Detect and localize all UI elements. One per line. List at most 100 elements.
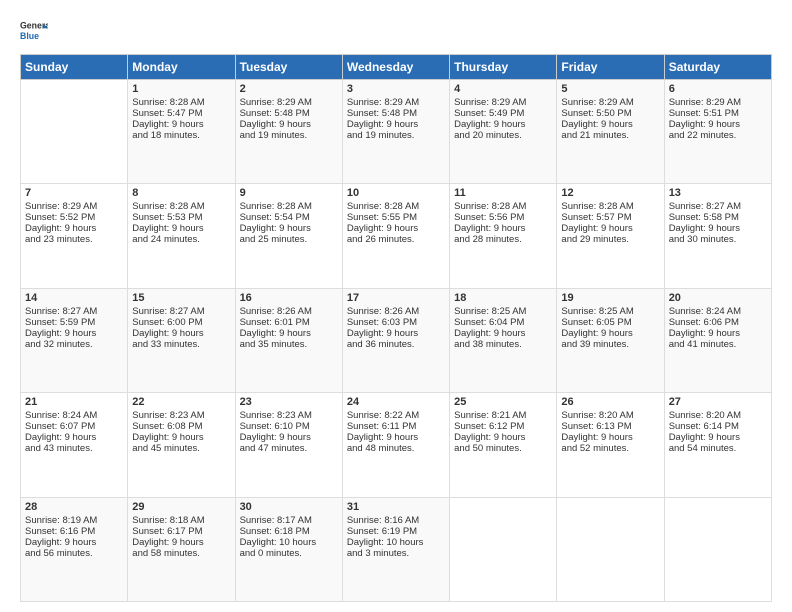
calendar-cell: 24Sunrise: 8:22 AMSunset: 6:11 PMDayligh… xyxy=(342,393,449,497)
week-row-1: 7Sunrise: 8:29 AMSunset: 5:52 PMDaylight… xyxy=(21,184,772,288)
day-info-line: Sunrise: 8:29 AM xyxy=(240,97,338,108)
day-number: 17 xyxy=(347,292,445,304)
calendar-cell: 8Sunrise: 8:28 AMSunset: 5:53 PMDaylight… xyxy=(128,184,235,288)
day-info-line: Daylight: 9 hours xyxy=(25,537,123,548)
day-info-line: and 35 minutes. xyxy=(240,339,338,350)
day-info-line: and 25 minutes. xyxy=(240,234,338,245)
day-info-line: Sunset: 5:55 PM xyxy=(347,212,445,223)
day-info-line: Daylight: 9 hours xyxy=(132,432,230,443)
day-number: 28 xyxy=(25,501,123,513)
day-info-line: Sunset: 5:56 PM xyxy=(454,212,552,223)
day-info-line: Sunrise: 8:22 AM xyxy=(347,410,445,421)
day-info-line: Sunrise: 8:29 AM xyxy=(561,97,659,108)
day-info-line: Sunrise: 8:25 AM xyxy=(561,306,659,317)
day-info-line: Sunset: 5:52 PM xyxy=(25,212,123,223)
page: General Blue SundayMondayTuesdayWednesda… xyxy=(0,0,792,612)
day-info-line: Daylight: 9 hours xyxy=(240,223,338,234)
day-info-line: Sunrise: 8:25 AM xyxy=(454,306,552,317)
day-info-line: Sunrise: 8:28 AM xyxy=(454,201,552,212)
day-number: 27 xyxy=(669,396,767,408)
day-info-line: Sunrise: 8:27 AM xyxy=(132,306,230,317)
logo-icon: General Blue xyxy=(20,16,48,44)
day-info-line: Daylight: 10 hours xyxy=(347,537,445,548)
day-info-line: Sunset: 5:53 PM xyxy=(132,212,230,223)
day-number: 29 xyxy=(132,501,230,513)
calendar-cell: 22Sunrise: 8:23 AMSunset: 6:08 PMDayligh… xyxy=(128,393,235,497)
calendar-cell: 19Sunrise: 8:25 AMSunset: 6:05 PMDayligh… xyxy=(557,288,664,392)
day-info-line: Sunset: 5:51 PM xyxy=(669,108,767,119)
day-header-row: SundayMondayTuesdayWednesdayThursdayFrid… xyxy=(21,55,772,80)
day-info-line: Daylight: 9 hours xyxy=(669,223,767,234)
day-info-line: Sunrise: 8:29 AM xyxy=(454,97,552,108)
calendar-cell: 16Sunrise: 8:26 AMSunset: 6:01 PMDayligh… xyxy=(235,288,342,392)
day-number: 13 xyxy=(669,187,767,199)
day-info-line: and 19 minutes. xyxy=(347,130,445,141)
calendar-cell: 26Sunrise: 8:20 AMSunset: 6:13 PMDayligh… xyxy=(557,393,664,497)
day-number: 16 xyxy=(240,292,338,304)
day-info-line: Sunset: 6:18 PM xyxy=(240,526,338,537)
day-info-line: and 33 minutes. xyxy=(132,339,230,350)
calendar-cell: 1Sunrise: 8:28 AMSunset: 5:47 PMDaylight… xyxy=(128,80,235,184)
calendar-cell: 3Sunrise: 8:29 AMSunset: 5:48 PMDaylight… xyxy=(342,80,449,184)
day-info-line: Sunrise: 8:23 AM xyxy=(132,410,230,421)
day-number: 30 xyxy=(240,501,338,513)
day-info-line: and 18 minutes. xyxy=(132,130,230,141)
calendar-cell: 10Sunrise: 8:28 AMSunset: 5:55 PMDayligh… xyxy=(342,184,449,288)
day-number: 25 xyxy=(454,396,552,408)
day-info-line: Sunrise: 8:20 AM xyxy=(669,410,767,421)
calendar-cell: 31Sunrise: 8:16 AMSunset: 6:19 PMDayligh… xyxy=(342,497,449,601)
day-info-line: Daylight: 10 hours xyxy=(240,537,338,548)
day-info-line: Sunset: 5:59 PM xyxy=(25,317,123,328)
day-number: 19 xyxy=(561,292,659,304)
day-info-line: Sunrise: 8:21 AM xyxy=(454,410,552,421)
calendar-cell: 2Sunrise: 8:29 AMSunset: 5:48 PMDaylight… xyxy=(235,80,342,184)
calendar-cell: 5Sunrise: 8:29 AMSunset: 5:50 PMDaylight… xyxy=(557,80,664,184)
calendar-cell: 18Sunrise: 8:25 AMSunset: 6:04 PMDayligh… xyxy=(450,288,557,392)
day-info-line: Sunset: 5:48 PM xyxy=(240,108,338,119)
calendar-cell: 29Sunrise: 8:18 AMSunset: 6:17 PMDayligh… xyxy=(128,497,235,601)
day-info-line: Sunset: 5:49 PM xyxy=(454,108,552,119)
calendar-cell xyxy=(664,497,771,601)
svg-text:Blue: Blue xyxy=(20,31,39,41)
calendar-cell: 20Sunrise: 8:24 AMSunset: 6:06 PMDayligh… xyxy=(664,288,771,392)
day-header-tuesday: Tuesday xyxy=(235,55,342,80)
calendar-cell: 12Sunrise: 8:28 AMSunset: 5:57 PMDayligh… xyxy=(557,184,664,288)
calendar-cell: 21Sunrise: 8:24 AMSunset: 6:07 PMDayligh… xyxy=(21,393,128,497)
day-number: 9 xyxy=(240,187,338,199)
day-info-line: Daylight: 9 hours xyxy=(669,119,767,130)
day-info-line: and 24 minutes. xyxy=(132,234,230,245)
day-info-line: Sunrise: 8:27 AM xyxy=(25,306,123,317)
day-info-line: Sunset: 6:17 PM xyxy=(132,526,230,537)
day-info-line: Sunrise: 8:28 AM xyxy=(561,201,659,212)
day-info-line: Daylight: 9 hours xyxy=(347,432,445,443)
day-info-line: and 30 minutes. xyxy=(669,234,767,245)
day-number: 14 xyxy=(25,292,123,304)
day-info-line: and 43 minutes. xyxy=(25,443,123,454)
day-header-monday: Monday xyxy=(128,55,235,80)
day-info-line: Daylight: 9 hours xyxy=(561,432,659,443)
day-info-line: Daylight: 9 hours xyxy=(669,432,767,443)
day-number: 21 xyxy=(25,396,123,408)
day-info-line: Daylight: 9 hours xyxy=(25,432,123,443)
day-header-friday: Friday xyxy=(557,55,664,80)
day-info-line: Sunset: 6:07 PM xyxy=(25,421,123,432)
day-info-line: Daylight: 9 hours xyxy=(132,537,230,548)
day-info-line: Sunset: 6:11 PM xyxy=(347,421,445,432)
calendar-cell: 4Sunrise: 8:29 AMSunset: 5:49 PMDaylight… xyxy=(450,80,557,184)
day-info-line: Daylight: 9 hours xyxy=(240,432,338,443)
day-info-line: Sunrise: 8:26 AM xyxy=(347,306,445,317)
calendar-cell: 9Sunrise: 8:28 AMSunset: 5:54 PMDaylight… xyxy=(235,184,342,288)
calendar-cell: 15Sunrise: 8:27 AMSunset: 6:00 PMDayligh… xyxy=(128,288,235,392)
calendar-cell: 30Sunrise: 8:17 AMSunset: 6:18 PMDayligh… xyxy=(235,497,342,601)
day-info-line: and 22 minutes. xyxy=(669,130,767,141)
calendar-cell xyxy=(557,497,664,601)
week-row-3: 21Sunrise: 8:24 AMSunset: 6:07 PMDayligh… xyxy=(21,393,772,497)
day-info-line: Sunrise: 8:28 AM xyxy=(347,201,445,212)
calendar-cell: 17Sunrise: 8:26 AMSunset: 6:03 PMDayligh… xyxy=(342,288,449,392)
day-number: 15 xyxy=(132,292,230,304)
day-info-line: Sunset: 6:19 PM xyxy=(347,526,445,537)
day-info-line: Sunset: 6:05 PM xyxy=(561,317,659,328)
day-number: 18 xyxy=(454,292,552,304)
day-info-line: Sunrise: 8:28 AM xyxy=(132,201,230,212)
day-info-line: Daylight: 9 hours xyxy=(132,119,230,130)
